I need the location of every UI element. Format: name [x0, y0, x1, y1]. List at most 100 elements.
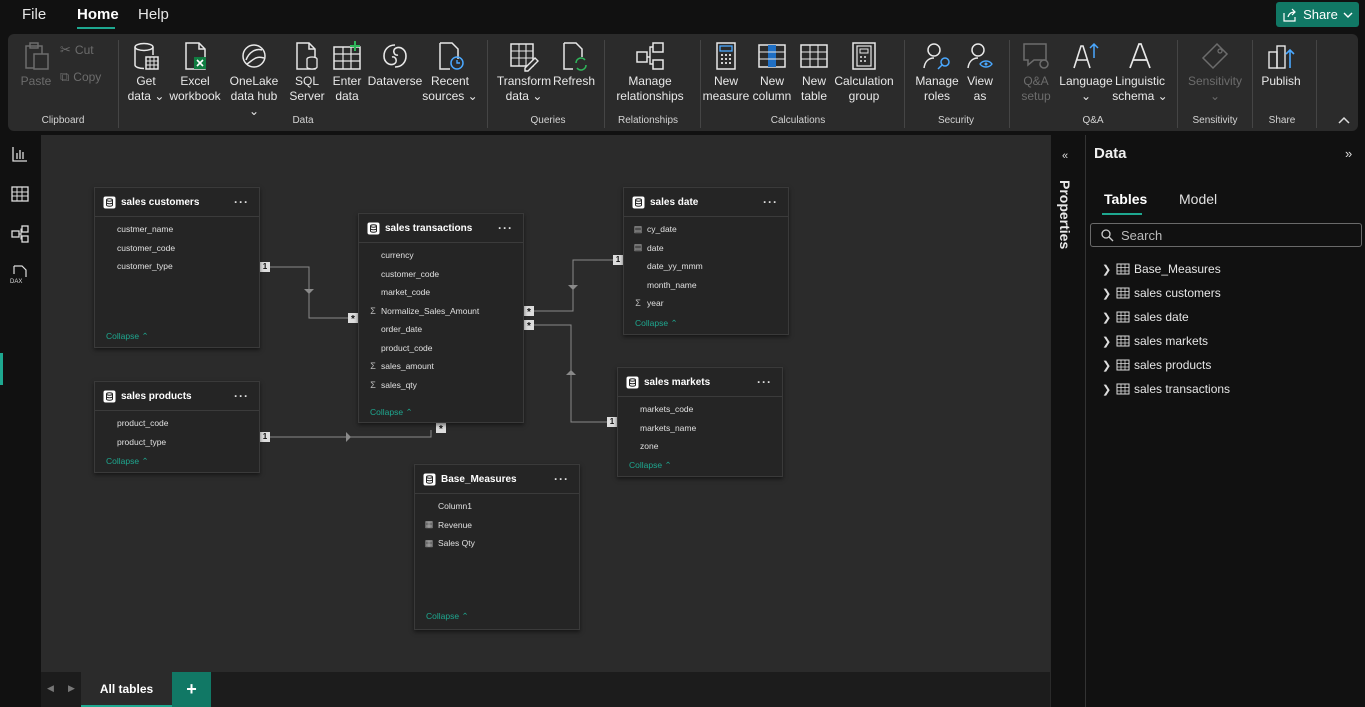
field-row[interactable]: date_yy_mmm — [624, 257, 788, 276]
collapse-link[interactable]: Collapse ⌃ — [106, 331, 149, 342]
field-row[interactable]: customer_type — [95, 257, 259, 276]
field-row[interactable]: ▦ Revenue — [415, 516, 579, 535]
card-header[interactable]: Base_Measures ··· — [415, 465, 579, 494]
manage-relationships-button[interactable]: Manage relationships — [610, 40, 690, 104]
tree-item-table[interactable]: ❯ sales products — [1102, 353, 1211, 377]
chevron-right-icon[interactable]: ❯ — [1102, 359, 1116, 372]
more-options-icon[interactable]: ··· — [498, 221, 513, 235]
collapse-ribbon-icon[interactable] — [1338, 116, 1350, 124]
more-options-icon[interactable]: ··· — [554, 472, 569, 486]
menu-home[interactable]: Home — [77, 6, 119, 23]
table-view-icon[interactable] — [10, 184, 30, 204]
field-row[interactable]: markets_name — [618, 419, 782, 438]
collapse-link[interactable]: Collapse ⌃ — [370, 407, 413, 418]
field-row[interactable]: ▤ cy_date — [624, 220, 788, 239]
card-header[interactable]: sales markets ··· — [618, 368, 782, 397]
card-header[interactable]: sales transactions ··· — [359, 214, 523, 243]
collapse-link[interactable]: Collapse ⌃ — [635, 318, 678, 329]
scroll-right-icon[interactable]: ▶ — [68, 683, 75, 694]
linguistic-schema-button[interactable]: Linguistic schema ⌄ — [1112, 40, 1168, 104]
tree-item-table[interactable]: ❯ Base_Measures — [1102, 257, 1221, 281]
field-row[interactable]: order_date — [359, 320, 523, 339]
cut-button[interactable]: ✂ Cut — [60, 42, 94, 58]
recent-sources-button[interactable]: Recent sources ⌄ — [422, 40, 478, 104]
field-row[interactable]: zone — [618, 437, 782, 456]
tree-item-table[interactable]: ❯ sales customers — [1102, 281, 1221, 305]
field-row[interactable]: markets_code — [618, 400, 782, 419]
scroll-left-icon[interactable]: ◀ — [47, 683, 54, 694]
chevron-right-icon[interactable]: ❯ — [1102, 287, 1116, 300]
model-canvas[interactable]: 1 * 1 * * * 1 1 sales customers ··· cust… — [41, 135, 1050, 672]
field-row[interactable]: Σsales_qty — [359, 376, 523, 395]
tree-item-table[interactable]: ❯ sales date — [1102, 305, 1189, 329]
tab-tables[interactable]: Tables — [1104, 191, 1147, 207]
chevron-right-icon[interactable]: ❯ — [1102, 335, 1116, 348]
new-table-button[interactable]: New table — [796, 40, 832, 104]
get-data-button[interactable]: Get data ⌄ — [124, 40, 168, 104]
qa-setup-button[interactable]: Q&A setup — [1014, 40, 1058, 104]
sensitivity-button[interactable]: Sensitivity ⌄ — [1183, 40, 1247, 104]
excel-workbook-button[interactable]: Excel workbook — [168, 40, 222, 104]
field-row[interactable]: Column1 — [415, 497, 579, 516]
chevron-right-icon[interactable]: ❯ — [1102, 383, 1116, 396]
field-row[interactable]: product_code — [95, 414, 259, 433]
manage-roles-button[interactable]: Manage roles — [912, 40, 962, 104]
new-measure-button[interactable]: New measure — [703, 40, 749, 104]
collapse-pane-icon[interactable]: » — [1345, 146, 1352, 161]
add-layout-button[interactable]: + — [172, 672, 211, 707]
field-row[interactable]: Σ Normalize_Sales_Amount — [359, 302, 523, 321]
view-as-button[interactable]: View as — [962, 40, 998, 104]
table-card-sales-products[interactable]: sales products ··· product_code product_… — [94, 381, 260, 473]
card-header[interactable]: sales products ··· — [95, 382, 259, 411]
table-card-sales-customers[interactable]: sales customers ··· custmer_name custome… — [94, 187, 260, 348]
calculation-group-button[interactable]: Calculation group — [832, 40, 896, 104]
table-card-sales-markets[interactable]: sales markets ··· markets_code markets_n… — [617, 367, 783, 477]
more-options-icon[interactable]: ··· — [234, 389, 249, 403]
model-view-icon[interactable] — [10, 224, 30, 244]
field-row[interactable]: product_code — [359, 339, 523, 358]
chevron-right-icon[interactable]: ❯ — [1102, 263, 1116, 276]
field-row[interactable]: ▦ Sales Qty — [415, 534, 579, 553]
table-card-sales-transactions[interactable]: sales transactions ··· currency customer… — [358, 213, 524, 423]
transform-data-button[interactable]: Transform data ⌄ — [496, 40, 552, 104]
expand-properties-icon[interactable]: « — [1062, 150, 1068, 162]
paste-button[interactable]: Paste — [18, 40, 54, 89]
more-options-icon[interactable]: ··· — [234, 195, 249, 209]
card-header[interactable]: sales date ··· — [624, 188, 788, 217]
field-row[interactable]: customer_code — [95, 239, 259, 258]
menu-file[interactable]: File — [22, 6, 46, 23]
menu-help[interactable]: Help — [138, 6, 169, 23]
card-header[interactable]: sales customers ··· — [95, 188, 259, 217]
enter-data-button[interactable]: Enter data — [328, 40, 366, 104]
onelake-data-hub-button[interactable]: OneLake data hub ⌄ — [224, 40, 284, 119]
dataverse-button[interactable]: Dataverse — [366, 40, 424, 89]
sql-server-button[interactable]: SQL Server — [286, 40, 328, 104]
language-button[interactable]: Language ⌄ — [1058, 40, 1114, 104]
chevron-right-icon[interactable]: ❯ — [1102, 311, 1116, 324]
table-card-sales-date[interactable]: sales date ··· ▤ cy_date ▤ date date_yy_mm… — [623, 187, 789, 335]
collapse-link[interactable]: Collapse ⌃ — [426, 611, 469, 622]
tree-item-table[interactable]: ❯ sales transactions — [1102, 377, 1230, 401]
collapse-link[interactable]: Collapse ⌃ — [629, 460, 672, 471]
publish-button[interactable]: Publish — [1258, 40, 1304, 89]
properties-label[interactable]: Properties — [1057, 180, 1073, 249]
report-view-icon[interactable] — [10, 144, 30, 164]
field-row[interactable]: custmer_name — [95, 220, 259, 239]
copy-button[interactable]: ⧉ Copy — [60, 69, 101, 85]
field-row[interactable]: currency — [359, 246, 523, 265]
more-options-icon[interactable]: ··· — [763, 195, 778, 209]
collapse-link[interactable]: Collapse ⌃ — [106, 456, 149, 467]
tab-model[interactable]: Model — [1179, 191, 1217, 207]
table-card-base-measures[interactable]: Base_Measures ··· Column1 ▦ Revenue ▦ Sale… — [414, 464, 580, 630]
field-row[interactable]: product_type — [95, 433, 259, 452]
dax-query-view-icon[interactable]: DAX — [10, 264, 30, 284]
field-row[interactable]: Σsales_amount — [359, 357, 523, 376]
field-row[interactable]: customer_code — [359, 265, 523, 284]
more-options-icon[interactable]: ··· — [757, 375, 772, 389]
refresh-button[interactable]: Refresh — [552, 40, 596, 89]
field-row[interactable]: market_code — [359, 283, 523, 302]
tree-item-table[interactable]: ❯ sales markets — [1102, 329, 1208, 353]
new-column-button[interactable]: New column — [750, 40, 794, 104]
share-button[interactable]: Share — [1276, 2, 1359, 27]
field-row[interactable]: month_name — [624, 276, 788, 295]
